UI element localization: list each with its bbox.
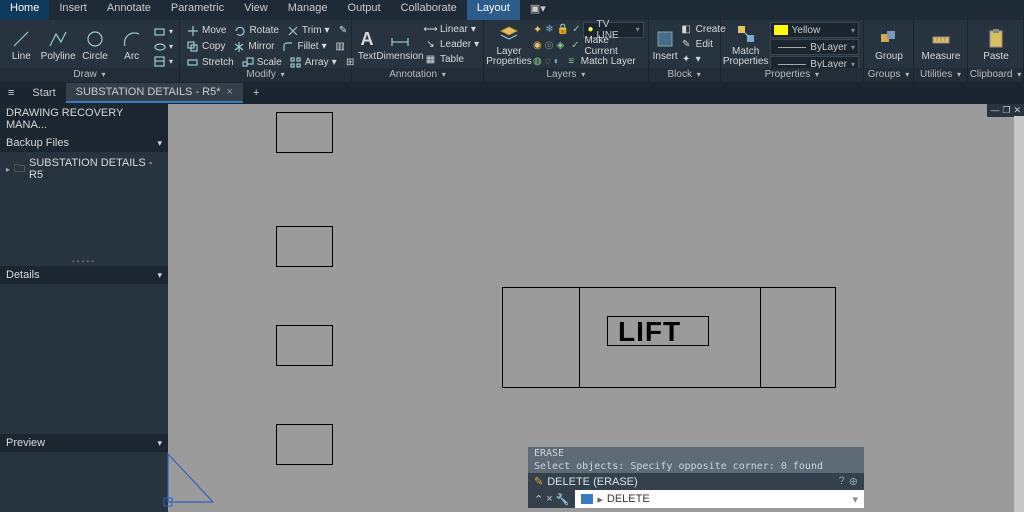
help-icon[interactable]: ? bbox=[839, 475, 845, 488]
utilities-panel-label: Utilities bbox=[920, 69, 952, 80]
arc-button[interactable]: Arc bbox=[114, 22, 149, 68]
line-shape[interactable] bbox=[579, 287, 580, 388]
paste-button[interactable]: Paste bbox=[972, 22, 1020, 68]
hatch-icon[interactable]: ▾ bbox=[151, 54, 175, 68]
new-tab-button[interactable]: + bbox=[243, 84, 269, 102]
tab-expand-icon[interactable]: ▣▾ bbox=[520, 0, 556, 20]
folder-icon: 🗀 bbox=[14, 160, 25, 179]
insert-button[interactable]: Insert bbox=[653, 22, 678, 68]
clipboard-panel-label: Clipboard bbox=[970, 69, 1013, 80]
dimension-button[interactable]: Dimension bbox=[378, 22, 422, 68]
layer-icon[interactable]: ✦ bbox=[533, 23, 542, 36]
measure-button[interactable]: Measure bbox=[918, 22, 964, 68]
chevron-down-icon[interactable]: ▾ bbox=[852, 493, 858, 506]
rect-shape[interactable] bbox=[276, 112, 333, 153]
line-button[interactable]: Line bbox=[4, 22, 39, 68]
leader-button[interactable]: ↘Leader ▾ bbox=[422, 37, 481, 51]
offset-icon[interactable]: ▥ bbox=[332, 40, 349, 54]
tab-manage[interactable]: Manage bbox=[278, 0, 338, 20]
rect-shape[interactable] bbox=[276, 325, 333, 366]
line-shape[interactable] bbox=[760, 287, 761, 388]
layer-iso-icon[interactable]: ◈ bbox=[556, 40, 564, 51]
table-button[interactable]: ▦Table bbox=[422, 52, 481, 66]
circle-button[interactable]: Circle bbox=[78, 22, 113, 68]
tab-home[interactable]: Home bbox=[0, 0, 49, 20]
hist-toggle-icon[interactable]: ⌃ bbox=[534, 493, 543, 506]
command-history-line: ERASE bbox=[528, 447, 864, 460]
match-properties-button[interactable]: Match Properties bbox=[725, 22, 767, 68]
layer-off-icon[interactable]: ◎ bbox=[545, 40, 554, 51]
make-current-button[interactable]: ✓Make Current bbox=[567, 39, 643, 53]
color-combo[interactable]: Yellow bbox=[770, 22, 859, 38]
preview-header[interactable]: Preview bbox=[6, 437, 45, 449]
recovery-title: DRAWING RECOVERY MANA... bbox=[6, 107, 162, 131]
rect-shape[interactable] bbox=[276, 226, 333, 267]
lock-icon[interactable]: 🔒 bbox=[557, 24, 569, 35]
recovery-panel: DRAWING RECOVERY MANA... Backup Files 🗀S… bbox=[0, 104, 168, 512]
details-header[interactable]: Details bbox=[6, 269, 40, 281]
lineweight-combo[interactable]: ByLayer bbox=[770, 39, 859, 55]
rect-shape[interactable] bbox=[276, 424, 333, 465]
block-panel-label: Block bbox=[668, 69, 692, 80]
tree-item[interactable]: 🗀SUBSTATION DETAILS - R5 bbox=[6, 155, 162, 183]
groups-panel-label: Groups bbox=[868, 69, 901, 80]
command-area: ERASE Select objects: Specify opposite c… bbox=[528, 447, 864, 508]
ellipse-icon[interactable]: ▾ bbox=[151, 39, 175, 53]
tab-insert[interactable]: Insert bbox=[49, 0, 97, 20]
explode-icon[interactable]: ✎ bbox=[335, 24, 352, 38]
layer-on-icon[interactable]: ◉ bbox=[533, 40, 542, 51]
layer-tool-icon[interactable]: ◍ bbox=[533, 56, 542, 67]
layer-tool3-icon[interactable]: ◐ bbox=[554, 56, 560, 67]
properties-panel-label: Properties bbox=[765, 69, 811, 80]
globe-icon[interactable]: ⊕ bbox=[849, 475, 858, 488]
polyline-button[interactable]: Polyline bbox=[41, 22, 76, 68]
backup-header[interactable]: Backup Files bbox=[6, 137, 69, 149]
menu-icon[interactable]: ≡ bbox=[0, 87, 22, 99]
drawing-canvas[interactable]: —❐✕ LIFT ERASE Select objects: Specify o… bbox=[168, 104, 1024, 512]
file-tab[interactable]: SUBSTATION DETAILS - R5× bbox=[66, 83, 243, 103]
text-button[interactable]: AText bbox=[356, 22, 378, 68]
cmd-icon bbox=[581, 494, 593, 504]
layers-panel-label: Layers bbox=[546, 69, 576, 80]
wrench-icon[interactable]: 🔧 bbox=[556, 493, 570, 506]
freeze-icon[interactable]: ❄ bbox=[545, 24, 553, 35]
rect-icon[interactable]: ▾ bbox=[151, 24, 175, 38]
draw-panel-label: Draw bbox=[73, 69, 96, 80]
tab-parametric[interactable]: Parametric bbox=[161, 0, 234, 20]
ucs-icon bbox=[158, 442, 228, 512]
ribbon: Line Polyline Circle Arc ▾ ▾ ▾ Draw Move… bbox=[0, 20, 1024, 82]
command-suggestion[interactable]: ✎DELETE (ERASE) ?⊕ bbox=[528, 473, 864, 490]
tab-view[interactable]: View bbox=[234, 0, 278, 20]
match-layer-button[interactable]: ≡Match Layer bbox=[563, 55, 638, 69]
lift-text: LIFT bbox=[618, 316, 681, 348]
trim-button[interactable]: Trim ▾ bbox=[284, 24, 332, 38]
annotation-panel-label: Annotation bbox=[389, 69, 437, 80]
tab-layout[interactable]: Layout bbox=[467, 0, 520, 20]
group-button[interactable]: Group bbox=[868, 22, 910, 68]
start-tab[interactable]: Start bbox=[22, 84, 65, 102]
clear-icon[interactable]: × bbox=[546, 493, 552, 505]
document-tabs: ≡ Start SUBSTATION DETAILS - R5× + bbox=[0, 82, 1024, 104]
linear-button[interactable]: ⟷Linear ▾ bbox=[422, 22, 481, 36]
fillet-button[interactable]: Fillet ▾ bbox=[279, 40, 328, 54]
tab-annotate[interactable]: Annotate bbox=[97, 0, 161, 20]
tab-output[interactable]: Output bbox=[338, 0, 391, 20]
command-history-line: Select objects: Specify opposite corner:… bbox=[528, 460, 864, 473]
layer-tool2-icon[interactable]: ◌ bbox=[545, 56, 551, 67]
plot-icon[interactable]: ✓ bbox=[572, 24, 580, 35]
copy-button[interactable]: Copy bbox=[184, 40, 227, 54]
modify-panel-label: Modify bbox=[246, 69, 275, 80]
layer-properties-button[interactable]: Layer Properties bbox=[488, 22, 530, 68]
menu-tabs: Home Insert Annotate Parametric View Man… bbox=[0, 0, 1024, 20]
pencil-icon: ✎ bbox=[534, 476, 543, 488]
rotate-button[interactable]: Rotate bbox=[231, 24, 280, 38]
command-input[interactable]: ▸DELETE▾ bbox=[575, 493, 864, 506]
tab-collaborate[interactable]: Collaborate bbox=[391, 0, 467, 20]
close-icon[interactable]: × bbox=[227, 86, 233, 98]
mirror-button[interactable]: Mirror bbox=[230, 40, 276, 54]
move-button[interactable]: Move bbox=[184, 24, 228, 38]
